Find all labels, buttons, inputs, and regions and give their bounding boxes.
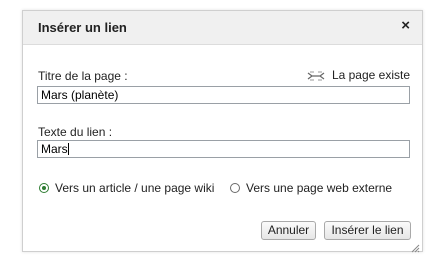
radio-external-indicator[interactable] <box>230 183 240 193</box>
page-title-input[interactable]: Mars (planète) <box>37 86 410 104</box>
radio-wiki-page[interactable]: Vers un article / une page wiki <box>39 181 214 195</box>
link-text-value: Mars <box>41 142 68 156</box>
radio-external-page[interactable]: Vers une page web externe <box>230 181 392 195</box>
insert-link-dialog: Insérer un lien × Titre de la page : La … <box>22 10 423 253</box>
close-icon[interactable]: × <box>401 18 410 34</box>
radio-wiki-label: Vers un article / une page wiki <box>55 181 215 195</box>
link-text-input[interactable]: Mars <box>37 140 410 158</box>
resize-grip-icon[interactable] <box>411 240 420 253</box>
cancel-button[interactable]: Annuler <box>261 221 316 240</box>
page-title-label: Titre de la page : <box>38 69 128 83</box>
insert-link-button[interactable]: Insérer le lien <box>324 221 411 240</box>
page-title-value: Mars (planète) <box>41 88 119 102</box>
text-cursor <box>67 143 69 155</box>
page-exists-label: La page existe <box>331 68 410 82</box>
dialog-titlebar: Insérer un lien × <box>23 11 422 45</box>
page-exists-indicator: La page existe <box>307 68 410 82</box>
link-text-label: Texte du lien : <box>38 125 113 139</box>
radio-wiki-indicator[interactable] <box>39 183 49 193</box>
dialog-title: Insérer un lien <box>38 20 127 35</box>
radio-external-label: Vers une page web externe <box>246 181 393 195</box>
link-exists-icon <box>307 70 325 81</box>
